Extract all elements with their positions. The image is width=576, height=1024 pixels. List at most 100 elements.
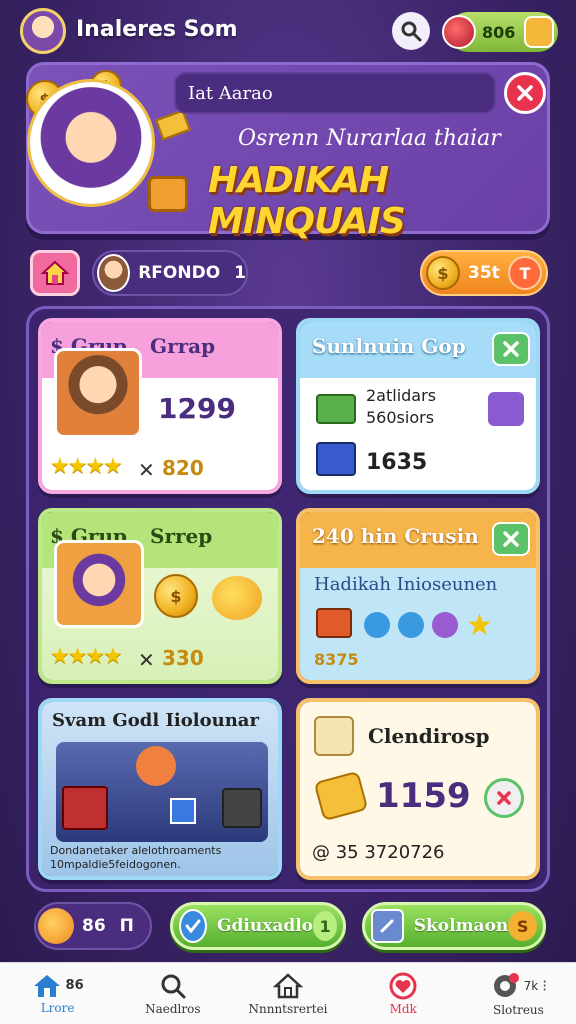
player-count: 1 <box>234 263 246 283</box>
banner-title: HADIKAH MINQUAIS <box>208 160 406 242</box>
nav-item-label: Mdk <box>389 1001 417 1016</box>
player-avatar[interactable] <box>20 8 66 54</box>
house-icon <box>41 260 69 285</box>
card-caption: Dondanetaker alelothroaments 10mpaldie5f… <box>50 844 270 872</box>
more-icon[interactable]: ⁝ <box>542 976 547 995</box>
nav-item-count: 86 <box>65 978 84 993</box>
currency-pill[interactable]: 806 <box>442 12 558 52</box>
nav-item-label: Slotreus <box>492 1002 544 1017</box>
card-value: 1635 <box>366 450 428 475</box>
card-amount: 8375 <box>314 650 359 669</box>
skills-badge: S <box>508 911 537 941</box>
search-icon <box>401 21 422 42</box>
bottom-nav: 86 Lrore Naedlros Nnnntsrertei Mdk 7k ⁝ … <box>0 962 576 1024</box>
reward-card[interactable]: $ Grup Grrap 1299 ★★★★ ✕ 820 <box>38 318 282 494</box>
badge-icon <box>398 612 424 638</box>
level-pill[interactable]: 86 Π <box>34 902 152 950</box>
search-button[interactable] <box>392 12 430 50</box>
card-value: 1299 <box>158 392 236 425</box>
tool-button[interactable] <box>486 390 526 428</box>
nav-item-status[interactable]: 7k ⁝ Slotreus <box>461 963 576 1024</box>
star-rating: ★★★★ <box>50 454 123 479</box>
reward-card[interactable]: Clendirosp 1159 @ 35 3720726 <box>296 698 540 880</box>
banner-subtitle: Osrenn Nurarlaa thaiar <box>238 126 501 151</box>
close-icon <box>517 85 533 101</box>
reward-card[interactable]: Sunlnuin Gop 2atlidars 560siors 1635 <box>296 318 540 494</box>
coin-value: 35t <box>468 263 500 283</box>
coin-add-button[interactable]: T <box>508 256 542 290</box>
nav-item-label: Nnnntsrertei <box>248 1001 328 1016</box>
gift-box-icon <box>170 798 196 824</box>
player-name: RFONDO <box>138 263 221 283</box>
collect-badge: 1 <box>313 911 337 941</box>
reward-card[interactable]: Svam Godl Iiolounar Dondanetaker aleloth… <box>38 698 282 880</box>
card-title: Grrap <box>150 334 216 358</box>
treasure-box-icon <box>148 176 188 212</box>
card-title: Sunlnuin Gop <box>312 334 466 358</box>
skills-button[interactable]: Skolmaon S <box>362 902 546 950</box>
coin-icon: $ <box>426 256 460 290</box>
top-bar: Inaleres Som 806 <box>0 0 576 60</box>
card-footer: @ 35 3720726 <box>312 842 445 863</box>
check-button[interactable] <box>492 332 530 366</box>
collect-label: Gdiuxadlo <box>216 916 314 936</box>
gem-icon <box>442 15 476 49</box>
nav-item-shop[interactable]: Nnnntsrertei <box>230 963 345 1024</box>
nav-item-label: Lrore <box>40 1000 75 1015</box>
star-icon: ★ <box>466 608 493 643</box>
reward-card[interactable]: $ Grup Srrep $ ★★★★ ✕ 330 <box>38 508 282 684</box>
mascot-icon <box>136 746 176 786</box>
nav-item-favorites[interactable]: Mdk <box>346 963 461 1024</box>
level-mark: Π <box>119 916 134 936</box>
home-button[interactable] <box>30 250 80 296</box>
check-badge-icon <box>364 612 390 638</box>
card-title: Clendirosp <box>368 724 490 748</box>
box-icon <box>316 608 352 638</box>
search-icon <box>161 974 186 998</box>
nav-item-label: Naedlros <box>145 1001 201 1016</box>
close-icon <box>503 341 519 357</box>
level-value: 86 <box>82 916 106 936</box>
nav-item-search[interactable]: Naedlros <box>115 963 230 1024</box>
check-button[interactable] <box>492 522 530 556</box>
check-icon <box>179 909 207 943</box>
multiplier-icon: ✕ <box>138 648 155 672</box>
caption-line: 10mpaldie5feidogonen. <box>50 858 181 871</box>
nav-item-extra: 7k <box>523 978 539 993</box>
card-amount: 820 <box>162 456 204 480</box>
card-title: 240 hin Crusin <box>312 524 479 548</box>
banner-name-field[interactable]: Iat Aarao <box>174 72 496 114</box>
pet-icon <box>212 576 262 620</box>
player-pill[interactable]: RFONDO 1 <box>92 250 248 296</box>
pet-icon <box>38 908 74 944</box>
house-outline-icon <box>273 972 303 998</box>
badge-icon <box>432 612 458 638</box>
heart-icon <box>389 972 417 999</box>
multiplier-icon: ✕ <box>138 458 155 482</box>
close-button[interactable] <box>504 72 546 114</box>
card-title: Srrep <box>150 524 213 548</box>
card-line2: 560siors <box>366 408 435 427</box>
collect-button[interactable]: Gdiuxadlo 1 <box>170 902 346 950</box>
reward-card[interactable]: 240 hin Crusin Hadikah Inioseunen ★ 8375 <box>296 508 540 684</box>
close-icon <box>503 531 519 547</box>
card-line1: 2atlidars <box>366 386 437 405</box>
character-thumbnail <box>54 348 142 438</box>
character-thumbnail <box>54 540 144 628</box>
caption-line: Dondanetaker alelothroaments <box>50 844 222 857</box>
app-title: Inaleres Som <box>76 17 238 42</box>
dice-icon <box>314 716 354 756</box>
gear-icon <box>493 972 519 997</box>
edit-icon <box>371 909 404 943</box>
gift-box-icon <box>316 394 356 424</box>
cart-icon <box>222 788 262 828</box>
nav-item-home[interactable]: 86 Lrore <box>0 963 115 1024</box>
card-title: Svam Godl Iiolounar <box>52 710 259 731</box>
house-icon <box>33 974 60 997</box>
coin-pill[interactable]: $ 35t T <box>420 250 548 296</box>
card-value: 1159 <box>376 776 471 816</box>
star-rating: ★★★★ <box>50 644 123 669</box>
remove-button[interactable] <box>484 778 524 818</box>
card-subtitle: Hadikah Inioseunen <box>314 574 498 595</box>
truck-icon <box>316 442 356 476</box>
